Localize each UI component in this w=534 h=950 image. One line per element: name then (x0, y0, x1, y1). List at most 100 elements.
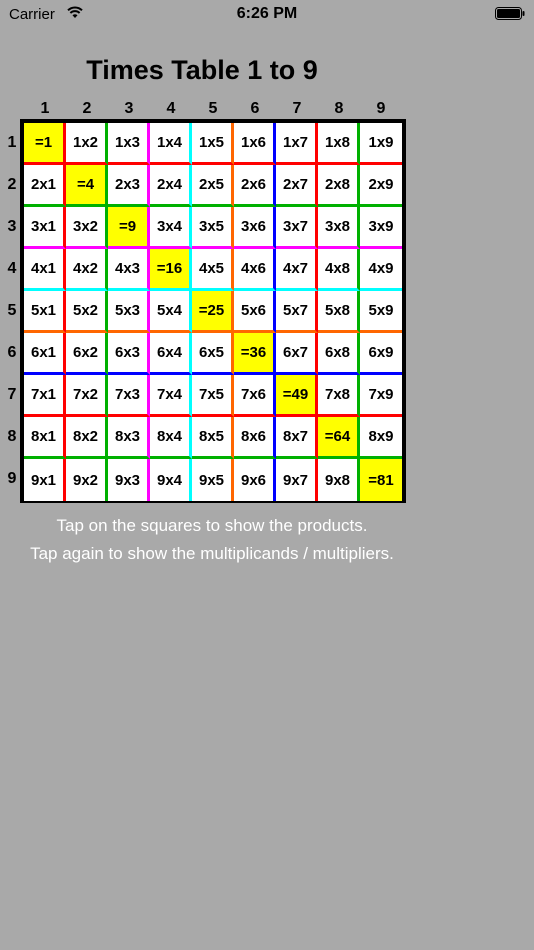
table-cell[interactable]: 4x7 (276, 249, 318, 291)
table-cell[interactable]: 9x4 (150, 459, 192, 501)
table-cell[interactable]: 7x2 (66, 375, 108, 417)
table-cell[interactable]: 6x9 (360, 333, 402, 375)
status-bar: Carrier 6:26 PM (0, 0, 534, 28)
table-cell[interactable]: 3x5 (192, 207, 234, 249)
table-cell[interactable]: 2x6 (234, 165, 276, 207)
battery-icon (495, 7, 525, 20)
row-header: 8 (7, 428, 17, 445)
table-cell[interactable]: 1x5 (192, 123, 234, 165)
table-cell[interactable]: 1x3 (108, 123, 150, 165)
table-cell[interactable]: 6x5 (192, 333, 234, 375)
table-cell[interactable]: 2x5 (192, 165, 234, 207)
table-cell[interactable]: 5x1 (24, 291, 66, 333)
row-header: 1 (7, 134, 17, 151)
column-header: 6 (250, 100, 260, 117)
row-header: 3 (7, 218, 17, 235)
table-cell[interactable]: 1x2 (66, 123, 108, 165)
table-cell[interactable]: 2x9 (360, 165, 402, 207)
table-cell[interactable]: 6x2 (66, 333, 108, 375)
table-cell[interactable]: 5x3 (108, 291, 150, 333)
table-cell[interactable]: =25 (192, 291, 234, 333)
column-header: 4 (166, 100, 176, 117)
table-cell[interactable]: =64 (318, 417, 360, 459)
table-cell[interactable]: 1x9 (360, 123, 402, 165)
row-header: 2 (7, 176, 17, 193)
table-cell[interactable]: 7x4 (150, 375, 192, 417)
table-cell[interactable]: 4x9 (360, 249, 402, 291)
table-cell[interactable]: 9x8 (318, 459, 360, 501)
table-cell[interactable]: 6x7 (276, 333, 318, 375)
table-cell[interactable]: 1x4 (150, 123, 192, 165)
table-cell[interactable]: =1 (24, 123, 66, 165)
status-time: 6:26 PM (236, 5, 298, 22)
table-cell[interactable]: 3x2 (66, 207, 108, 249)
page-title: Times Table 1 to 9 (86, 55, 318, 85)
column-header: 3 (124, 100, 134, 117)
table-cell[interactable]: =16 (150, 249, 192, 291)
table-cell[interactable]: 4x5 (192, 249, 234, 291)
table-cell[interactable]: 9x2 (66, 459, 108, 501)
table-cell[interactable]: 4x1 (24, 249, 66, 291)
table-cell[interactable]: 2x8 (318, 165, 360, 207)
table-cell[interactable]: 7x6 (234, 375, 276, 417)
row-header: 4 (7, 260, 17, 277)
row-header: 5 (7, 302, 17, 319)
table-cell[interactable]: =49 (276, 375, 318, 417)
column-header: 2 (82, 100, 92, 117)
table-cell[interactable]: 3x8 (318, 207, 360, 249)
table-cell[interactable]: 9x5 (192, 459, 234, 501)
table-cell[interactable]: 6x4 (150, 333, 192, 375)
table-cell[interactable]: 9x6 (234, 459, 276, 501)
table-cell[interactable]: 2x1 (24, 165, 66, 207)
table-cell[interactable]: 4x3 (108, 249, 150, 291)
row-header: 7 (7, 386, 17, 403)
table-cell[interactable]: 9x1 (24, 459, 66, 501)
table-cell[interactable]: 7x8 (318, 375, 360, 417)
table-cell[interactable]: 4x6 (234, 249, 276, 291)
table-cell[interactable]: 3x7 (276, 207, 318, 249)
table-cell[interactable]: 5x7 (276, 291, 318, 333)
table-cell[interactable]: 8x4 (150, 417, 192, 459)
table-cell[interactable]: 9x7 (276, 459, 318, 501)
table-cell[interactable]: 5x4 (150, 291, 192, 333)
table-cell[interactable]: 3x1 (24, 207, 66, 249)
table-cell[interactable]: 7x3 (108, 375, 150, 417)
table-cell[interactable]: 8x5 (192, 417, 234, 459)
column-header: 1 (40, 100, 50, 117)
table-cell[interactable]: 3x4 (150, 207, 192, 249)
instruction-line-2: Tap again to show the multiplicands / mu… (30, 544, 394, 563)
table-cell[interactable]: 1x6 (234, 123, 276, 165)
table-cell[interactable]: 2x3 (108, 165, 150, 207)
table-cell[interactable]: =36 (234, 333, 276, 375)
table-cell[interactable]: 8x9 (360, 417, 402, 459)
table-cell[interactable]: 4x2 (66, 249, 108, 291)
table-cell[interactable]: 8x1 (24, 417, 66, 459)
table-cell[interactable]: 6x8 (318, 333, 360, 375)
table-cell[interactable]: 5x8 (318, 291, 360, 333)
table-cell[interactable]: 5x2 (66, 291, 108, 333)
table-cell[interactable]: 6x1 (24, 333, 66, 375)
table-cell[interactable]: 1x7 (276, 123, 318, 165)
table-cell[interactable]: 3x6 (234, 207, 276, 249)
table-cell[interactable]: =4 (66, 165, 108, 207)
table-cell[interactable]: 4x8 (318, 249, 360, 291)
table-cell[interactable]: 1x8 (318, 123, 360, 165)
table-cell[interactable]: 8x6 (234, 417, 276, 459)
table-cell[interactable]: 9x3 (108, 459, 150, 501)
table-cell[interactable]: 5x9 (360, 291, 402, 333)
table-cell[interactable]: 7x1 (24, 375, 66, 417)
table-cell[interactable]: 8x3 (108, 417, 150, 459)
table-cell[interactable]: 2x4 (150, 165, 192, 207)
table-cell[interactable]: =9 (108, 207, 150, 249)
table-cell[interactable]: 7x5 (192, 375, 234, 417)
table-cell[interactable]: 8x2 (66, 417, 108, 459)
table-cell[interactable]: 6x3 (108, 333, 150, 375)
column-header: 8 (334, 100, 344, 117)
row-header: 6 (7, 344, 17, 361)
table-cell[interactable]: =81 (360, 459, 402, 501)
table-cell[interactable]: 2x7 (276, 165, 318, 207)
table-cell[interactable]: 7x9 (360, 375, 402, 417)
table-cell[interactable]: 3x9 (360, 207, 402, 249)
table-cell[interactable]: 5x6 (234, 291, 276, 333)
table-cell[interactable]: 8x7 (276, 417, 318, 459)
